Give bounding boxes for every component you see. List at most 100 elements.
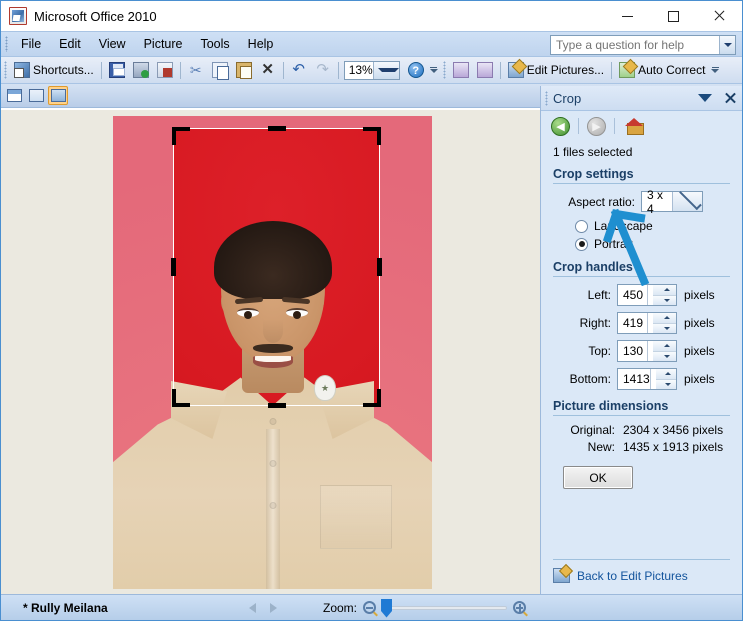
auto-correct-button[interactable]: Auto Correct (615, 59, 709, 81)
edit-pictures-button[interactable]: Edit Pictures... (504, 59, 608, 81)
filmstrip-icon (28, 89, 44, 102)
crop-top-label: Top: (588, 344, 611, 358)
copy-icon (211, 62, 229, 80)
crop-left-stepper[interactable]: 450 (617, 284, 677, 306)
picture-canvas[interactable]: ★ (1, 110, 541, 595)
save-button[interactable] (105, 59, 129, 81)
crop-top-stepper[interactable]: 130 (617, 340, 677, 362)
crop-left-decrement[interactable] (652, 295, 676, 305)
menu-edit[interactable]: Edit (50, 34, 90, 54)
redo-button[interactable]: ↷ (311, 59, 335, 81)
rotate-right-button[interactable] (473, 59, 497, 81)
aspect-ratio-select[interactable]: 3 x 4 (641, 187, 703, 216)
crop-bottom-decrement[interactable] (655, 379, 676, 389)
menu-grip[interactable] (5, 36, 8, 52)
orientation-portrait-row[interactable]: Portrait (575, 237, 730, 251)
back-to-edit-pictures-link[interactable]: Back to Edit Pictures (577, 569, 688, 583)
current-file-name: * Rully Meilana (23, 600, 108, 615)
task-pane-close-icon[interactable] (724, 92, 736, 104)
landscape-radio[interactable] (575, 219, 588, 233)
crop-bottom-stepper[interactable]: 1413 (617, 368, 677, 390)
single-picture-view-button[interactable] (48, 86, 68, 105)
shortcuts-button[interactable]: Shortcuts... (10, 59, 98, 81)
send-mail-button[interactable] (153, 59, 177, 81)
redo-icon: ↷ (316, 61, 329, 78)
task-pane-dropdown-icon[interactable] (698, 94, 712, 102)
filmstrip-view-button[interactable] (26, 86, 46, 105)
ok-button[interactable]: OK (563, 466, 633, 489)
menu-file[interactable]: File (12, 34, 50, 54)
portrait-radio[interactable] (575, 237, 588, 251)
toolbar-grip[interactable] (4, 61, 7, 79)
photo-name-badge: ★ (314, 375, 336, 401)
crop-top-increment[interactable] (652, 341, 676, 352)
previous-picture-icon[interactable] (249, 602, 256, 613)
crop-left-increment[interactable] (652, 285, 676, 296)
menu-help[interactable]: Help (239, 34, 283, 54)
crop-right-increment[interactable] (652, 313, 676, 324)
back-icon[interactable]: ◀ (551, 116, 570, 136)
next-picture-icon[interactable] (270, 602, 277, 613)
orientation-landscape-row[interactable]: Landscape (575, 219, 730, 233)
portrait-photo[interactable]: ★ (113, 116, 432, 589)
photo-nose (262, 319, 283, 343)
help-icon: ? (407, 62, 424, 78)
zoom-level-combo[interactable]: 13% (343, 60, 400, 80)
help-dropdown-button[interactable] (719, 36, 735, 54)
window-controls (604, 1, 742, 31)
toolbar-overflow-button-2[interactable] (709, 59, 721, 81)
paste-button[interactable] (232, 59, 256, 81)
aspect-ratio-dropdown-button[interactable] (671, 187, 702, 211)
forward-icon[interactable]: ▶ (587, 116, 606, 136)
toolbar-separator (611, 61, 613, 79)
chevron-down-icon (723, 43, 732, 47)
save-as-button[interactable] (129, 59, 153, 81)
task-pane-grip[interactable] (545, 90, 548, 106)
new-value: 1435 x 1913 pixels (623, 440, 724, 454)
help-button[interactable]: ? (404, 59, 428, 81)
crop-right-decrement[interactable] (652, 323, 676, 333)
close-button[interactable] (696, 1, 742, 31)
crop-left-label: Left: (587, 288, 611, 302)
crop-right-stepper[interactable]: 419 (617, 312, 677, 334)
undo-button[interactable]: ↶ (287, 59, 311, 81)
back-to-edit-pictures-row[interactable]: Back to Edit Pictures (553, 559, 730, 583)
zoom-slider[interactable] (381, 598, 508, 618)
crop-top-row: Top: 130 pixels (553, 340, 730, 362)
menu-picture[interactable]: Picture (135, 34, 192, 54)
maximize-button[interactable] (650, 1, 696, 31)
edit-pictures-icon (507, 62, 524, 78)
delete-x-icon: ✕ (261, 61, 274, 78)
rotate-left-button[interactable] (449, 59, 473, 81)
thumbnail-view-button[interactable] (4, 86, 24, 105)
zoom-dropdown-button[interactable] (372, 61, 399, 79)
help-search-input[interactable] (551, 37, 719, 53)
toolbar-overflow-button[interactable] (428, 59, 440, 81)
crop-top-decrement[interactable] (652, 351, 676, 361)
triangle-down-icon (663, 298, 670, 302)
thumbnail-grid-icon (6, 89, 22, 102)
minimize-button[interactable] (604, 1, 650, 31)
shirt-button (269, 418, 276, 425)
toolbar-separator (337, 61, 339, 79)
menu-tools[interactable]: Tools (191, 34, 238, 54)
zoom-slider-thumb[interactable] (381, 598, 393, 618)
photo-shirt-placket (265, 429, 280, 589)
crop-settings-heading: Crop settings (553, 167, 730, 184)
home-icon[interactable] (625, 117, 644, 135)
toolbar-grip-2[interactable] (442, 61, 446, 79)
zoom-in-icon[interactable] (513, 601, 527, 614)
aspect-ratio-label: Aspect ratio: (568, 194, 635, 209)
photo-mouth (252, 356, 293, 368)
photo-mustache (252, 344, 293, 353)
copy-button[interactable] (208, 59, 232, 81)
save-icon (108, 62, 125, 78)
help-search-box[interactable] (550, 35, 736, 55)
zoom-out-icon[interactable] (363, 601, 377, 614)
scissors-icon: ✂ (189, 62, 202, 78)
menu-view[interactable]: View (90, 34, 135, 54)
crop-bottom-increment[interactable] (655, 369, 676, 380)
task-pane-nav: ◀ ▶ (541, 111, 742, 141)
cut-button[interactable]: ✂ (184, 59, 208, 81)
delete-button[interactable]: ✕ (256, 59, 280, 81)
